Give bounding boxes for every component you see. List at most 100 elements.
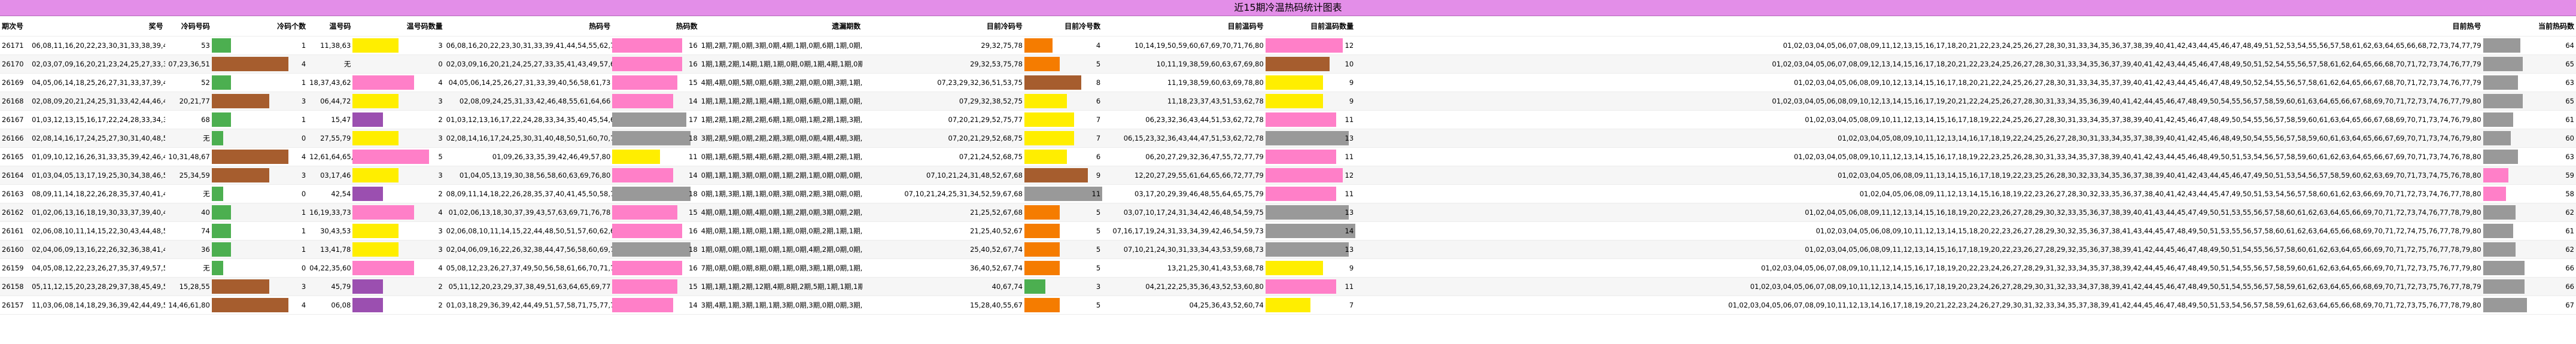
count-bar [211, 298, 289, 312]
count-value: 18 [689, 190, 698, 198]
count-bar [1265, 94, 1324, 108]
count-value: 3 [301, 171, 306, 179]
cell-cur-hot-nums: 01,02,03,04,05,08,09,10,11,12,13,14,15,1… [1355, 110, 2483, 129]
cell-cur-cold-count: 11 [1024, 184, 1103, 203]
count-value: 11 [1345, 115, 1354, 124]
cell-cur-cold-count: 6 [1024, 92, 1103, 111]
count-bar [352, 242, 399, 257]
cell-warm-count: 4 [352, 73, 445, 92]
count-value: 1 [301, 115, 306, 124]
cell-cur-cold-nums: 21,25,52,67,68 [862, 203, 1024, 222]
count-value: 4 [438, 78, 443, 87]
count-bar [1024, 224, 1060, 238]
cell-cur-warm-nums: 10,11,19,38,59,60,63,67,69,80 [1102, 54, 1266, 74]
count-bar [1265, 279, 1336, 294]
count-bar [352, 168, 399, 182]
count-value: 3 [438, 171, 443, 179]
col-header-period: 期次号 [0, 16, 31, 36]
cell-cur-hot-count: 66 [2483, 277, 2576, 296]
count-bar [211, 75, 231, 90]
cell-cur-warm-nums: 03,17,20,29,39,46,48,55,64,65,75,79 [1102, 184, 1266, 203]
cell-cur-hot-nums: 01,02,03,04,05,06,08,09,10,11,12,13,14,1… [1355, 221, 2483, 241]
cell-cur-cold-nums: 07,20,21,29,52,68,75 [862, 129, 1024, 148]
count-value: 11 [689, 153, 698, 161]
cell-hot-count: 18 [612, 129, 699, 148]
cell-cold-count: 1 [211, 240, 308, 259]
cell-cur-hot-count: 61 [2483, 110, 2576, 129]
count-bar [2483, 261, 2525, 275]
count-value: 2 [438, 282, 443, 291]
cell-award: 02,03,07,09,16,20,21,23,24,25,27,33,35,3… [30, 54, 165, 74]
table-row: 26171 06,08,11,16,20,22,23,30,31,33,38,39… [0, 36, 2576, 55]
count-value: 12 [1345, 171, 1354, 179]
cell-hot-count: 17 [612, 110, 699, 129]
count-value: 17 [689, 115, 698, 124]
count-value: 16 [689, 264, 698, 272]
count-value: 14 [689, 171, 698, 179]
cell-warm-count: 3 [352, 221, 445, 241]
count-value: 66 [2565, 264, 2574, 272]
cell-hot-nums: 01,02,06,13,18,30,37,39,43,57,63,69,71,7… [444, 203, 613, 222]
cell-cur-warm-nums: 11,18,23,37,43,51,53,62,78 [1102, 92, 1266, 111]
cell-cur-cold-nums: 07,23,29,32,36,51,53,75 [862, 73, 1024, 92]
cell-cur-hot-count: 63 [2483, 73, 2576, 92]
cell-cur-hot-nums: 01,02,03,04,05,08,09,10,11,12,13,14,16,1… [1355, 129, 2483, 148]
count-value: 14 [1345, 227, 1354, 235]
cell-cur-warm-count: 13 [1265, 240, 1356, 259]
cell-miss: 0期,1期,3期,1期,1期,0期,3期,0期,2期,3期,0期,0期,0期,3… [699, 184, 863, 203]
count-bar [1265, 242, 1349, 257]
count-bar [612, 187, 691, 201]
count-value: 66 [2565, 282, 2574, 291]
count-bar [612, 131, 691, 145]
cell-cur-hot-count: 62 [2483, 203, 2576, 222]
cell-hot-nums: 01,03,18,29,36,39,42,44,49,51,57,58,71,7… [444, 296, 613, 315]
cell-miss: 7期,0期,0期,0期,8期,0期,1期,0期,3期,1期,0期,1期,2期,0… [699, 258, 863, 278]
count-value: 4 [301, 153, 306, 161]
cell-hot-count: 16 [612, 54, 699, 74]
count-value: 7 [1096, 115, 1101, 124]
table-body: 26171 06,08,11,16,20,22,23,30,31,33,38,39… [0, 36, 2576, 315]
cell-period: 26159 [0, 258, 31, 278]
cell-hot-nums: 08,09,11,14,18,22,26,28,35,37,40,41,45,5… [444, 184, 613, 203]
count-value: 12 [1345, 41, 1354, 50]
cell-cold-count: 4 [211, 296, 308, 315]
cell-cur-warm-nums: 04,25,36,43,52,60,74 [1102, 296, 1266, 315]
col-header-cur-hot-count: 当前热码数 [2483, 16, 2576, 36]
count-value: 1 [301, 208, 306, 217]
cell-cur-cold-count: 5 [1024, 296, 1103, 315]
cell-cold-count: 4 [211, 147, 308, 166]
cell-miss: 1期,1期,1期,2期,12期,4期,8期,2期,5期,1期,1期,1期,0期,… [699, 277, 863, 296]
table-row: 26159 04,05,08,12,22,23,26,27,35,37,49,57… [0, 258, 2576, 278]
header-row: 期次号 奖号 冷码号码 冷码个数 温号码 温号码数量 热码号 热码数 遗漏期数 … [0, 16, 2576, 36]
cell-cur-cold-nums: 15,28,40,55,67 [862, 296, 1024, 315]
count-value: 6 [1096, 153, 1101, 161]
cell-warm-nums: 06,44,72 [308, 92, 353, 111]
cell-hot-count: 18 [612, 240, 699, 259]
cell-cur-warm-count: 11 [1265, 147, 1356, 166]
count-bar [1265, 205, 1349, 220]
cell-hot-count: 18 [612, 184, 699, 203]
count-bar [612, 150, 661, 164]
count-bar [612, 57, 682, 71]
cell-hot-nums: 02,04,06,09,16,22,26,32,38,44,47,56,58,6… [444, 240, 613, 259]
cell-cur-hot-nums: 01,02,03,04,05,06,07,08,09,10,11,12,14,1… [1355, 258, 2483, 278]
cell-miss: 3期,4期,1期,3期,1期,1期,3期,0期,3期,0期,0期,3期,25期,… [699, 296, 863, 315]
cell-cold-nums: 15,28,55 [165, 277, 212, 296]
cell-hot-count: 16 [612, 221, 699, 241]
count-bar [352, 261, 414, 275]
cell-award: 05,11,12,15,20,23,28,29,37,38,45,49,51,5… [30, 277, 165, 296]
cell-hot-count: 11 [612, 147, 699, 166]
count-bar [1024, 242, 1060, 257]
count-bar [1024, 38, 1053, 53]
col-header-hot-count: 热码数 [612, 16, 699, 36]
count-bar [612, 112, 686, 127]
count-bar [612, 279, 678, 294]
cell-warm-nums: 18,37,43,62 [308, 73, 353, 92]
cell-cur-warm-count: 10 [1265, 54, 1356, 74]
cell-period: 26165 [0, 147, 31, 166]
cell-cur-hot-count: 61 [2483, 221, 2576, 241]
count-bar [211, 94, 269, 108]
count-bar [352, 94, 399, 108]
cell-cold-nums: 36 [165, 240, 212, 259]
cell-warm-nums: 13,41,78 [308, 240, 353, 259]
